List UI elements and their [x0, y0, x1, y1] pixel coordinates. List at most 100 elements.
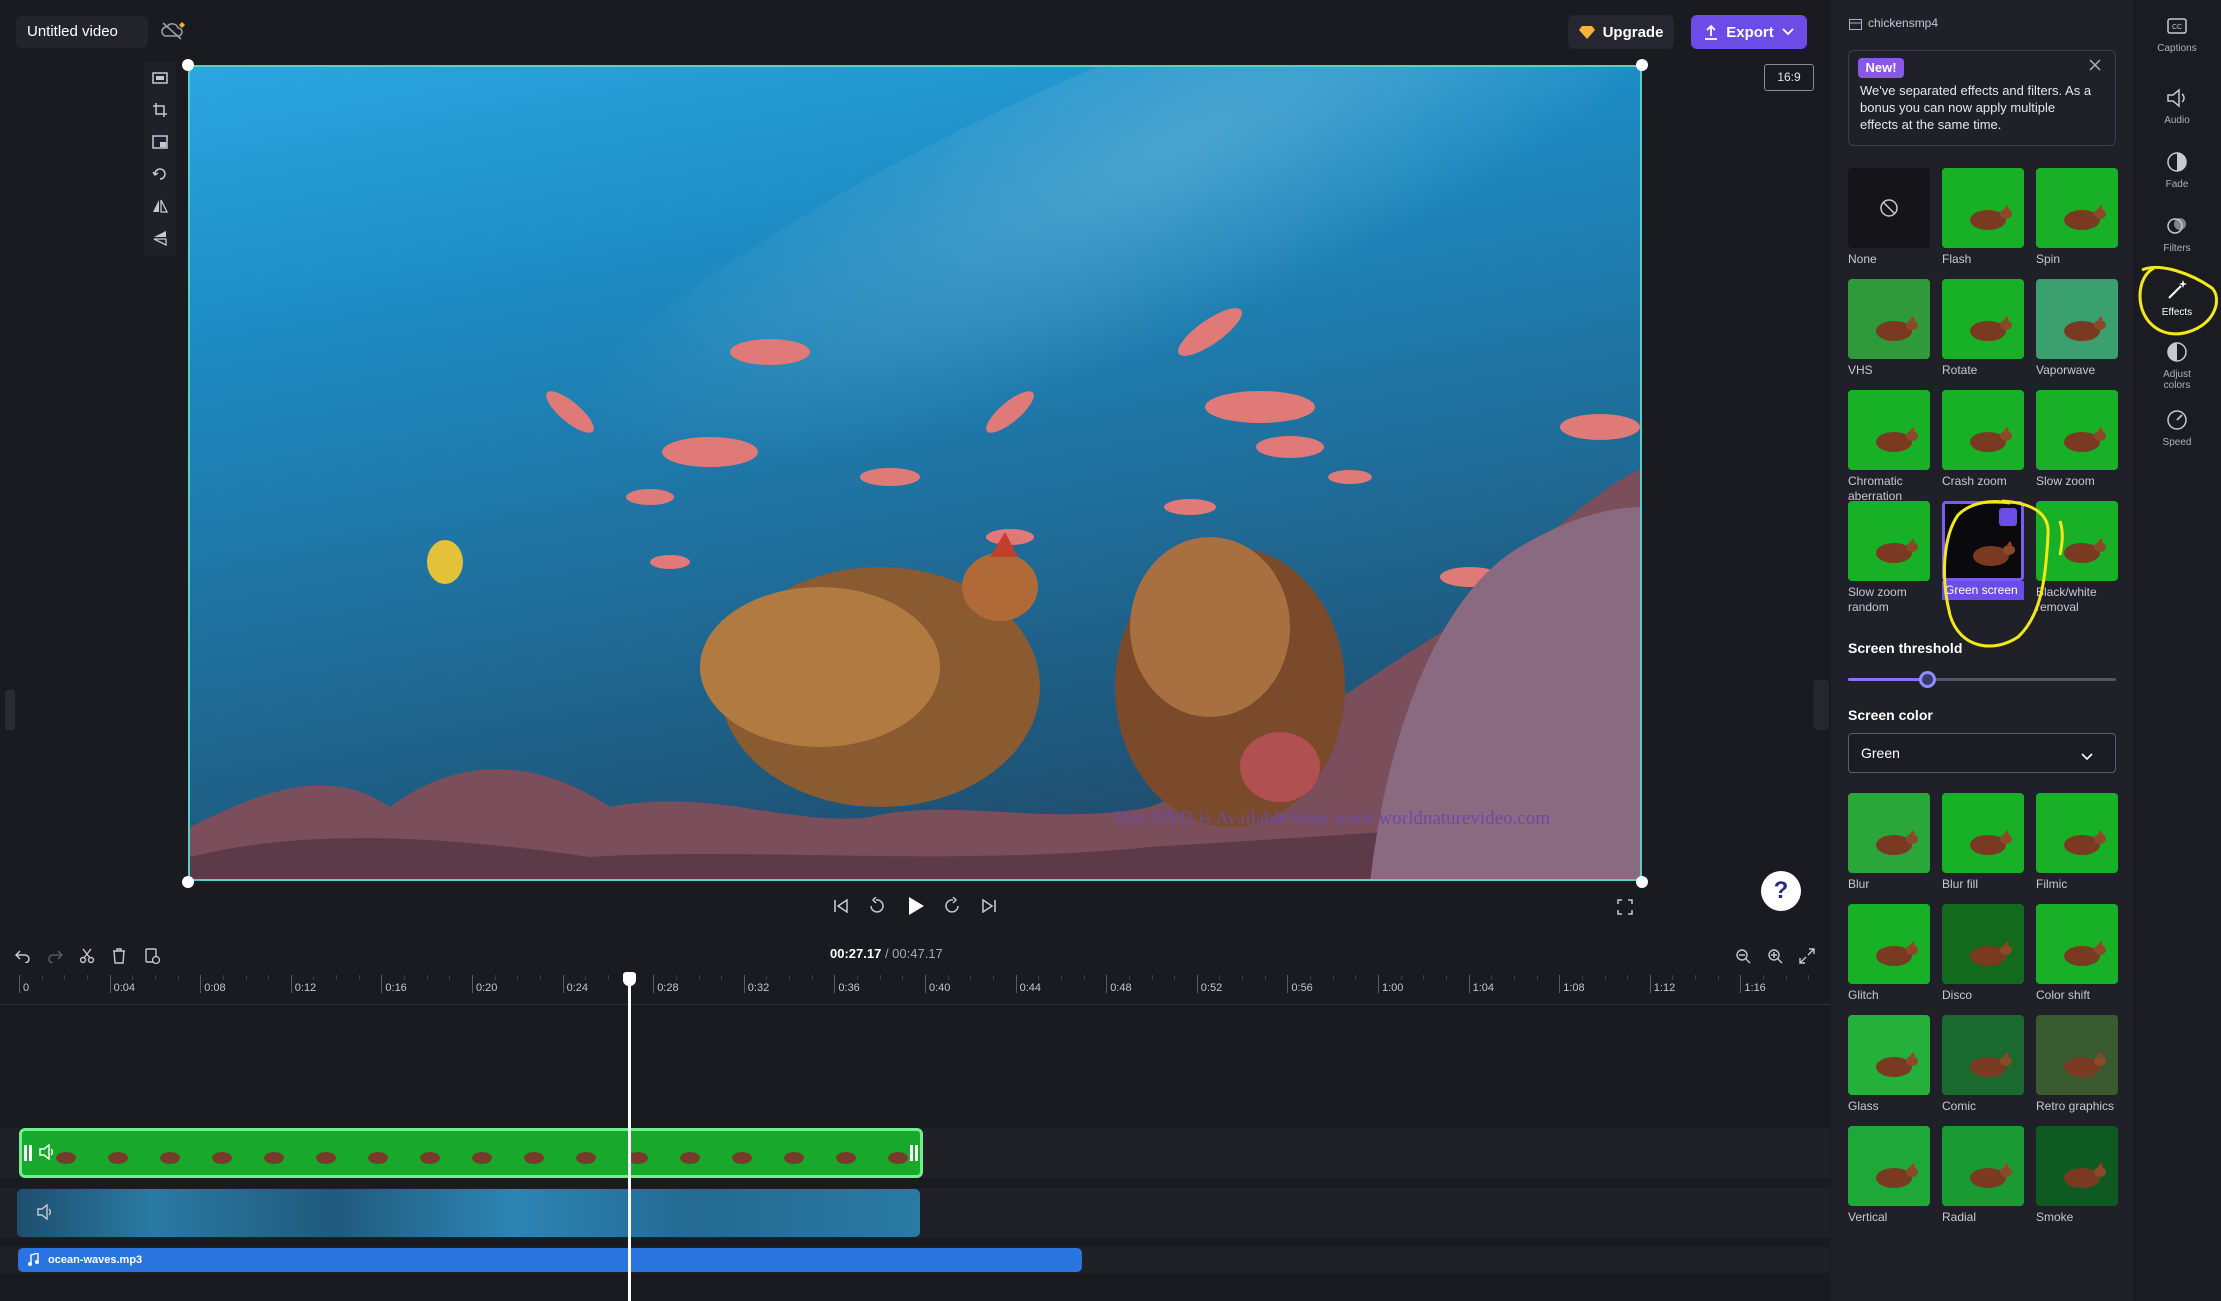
effect-retro-graphics[interactable]: [2036, 1015, 2118, 1095]
cloud-off-icon[interactable]: [160, 20, 186, 42]
resize-handle-bl[interactable]: [182, 876, 194, 888]
forward-5s-icon[interactable]: [942, 895, 964, 917]
sidebar-item-adjust-colors[interactable]: Adjust colors: [2133, 340, 2221, 391]
collapse-left-handle[interactable]: [5, 690, 15, 730]
ruler-minor-tick: [1332, 975, 1334, 980]
picture-in-picture-icon[interactable]: [144, 126, 176, 158]
ruler-minor-tick: [358, 975, 360, 980]
fit-icon[interactable]: [144, 62, 176, 94]
chicken-thumbnail-icon: [2064, 316, 2106, 341]
add-media-icon[interactable]: [141, 945, 163, 967]
effect-filmic[interactable]: [2036, 793, 2118, 873]
sidebar-label: Effects: [2161, 307, 2193, 318]
effect-label: Glitch: [1848, 988, 1879, 1002]
effect-label: Spin: [2036, 252, 2061, 266]
delete-icon[interactable]: [108, 945, 130, 967]
effect-black-white-removal[interactable]: [2036, 501, 2118, 581]
effect-slow-zoom-random[interactable]: [1848, 501, 1930, 581]
effect-label: Black/white removal: [2036, 585, 2097, 614]
chicken-thumbnail-icon: [2064, 427, 2106, 452]
timeline-ruler[interactable]: 0 0:04 0:08 0:12 0:16 0:20 0:24 0:28 0:32 0:36 0:4…: [0, 975, 1830, 1005]
help-button[interactable]: ?: [1761, 871, 1801, 911]
effect-rotate[interactable]: [1942, 279, 2024, 359]
effect-flash[interactable]: [1942, 168, 2024, 248]
skip-forward-icon[interactable]: [978, 895, 1000, 917]
skip-back-icon[interactable]: [830, 895, 852, 917]
playhead[interactable]: [628, 976, 631, 1301]
effect-blur[interactable]: [1848, 793, 1930, 873]
effect-green-screen[interactable]: [1942, 501, 2024, 581]
zoom-in-icon[interactable]: [1764, 945, 1786, 967]
rotate-icon[interactable]: [144, 158, 176, 190]
sidebar-item-fade[interactable]: Fade: [2133, 150, 2221, 190]
zoom-out-icon[interactable]: [1732, 945, 1754, 967]
ruler-minor-tick: [1445, 975, 1447, 980]
screen-color-select[interactable]: Green: [1848, 733, 2116, 773]
sidebar-item-captions[interactable]: CC Captions: [2133, 14, 2221, 54]
fullscreen-icon[interactable]: [1614, 896, 1636, 918]
collapse-right-handle[interactable]: [1813, 680, 1829, 730]
sidebar-item-audio[interactable]: Audio: [2133, 86, 2221, 126]
effect-chromatic-aberration[interactable]: [1848, 390, 1930, 470]
ruler-minor-tick: [154, 975, 156, 980]
resize-handle-tl[interactable]: [182, 59, 194, 71]
effect-comic[interactable]: [1942, 1015, 2024, 1095]
sidebar-item-effects[interactable]: Effects: [2133, 278, 2221, 318]
chicken-thumbnail-icon: [1970, 427, 2012, 452]
effect-blur-fill[interactable]: [1942, 793, 2024, 873]
effect-label: Flash: [1942, 252, 1972, 266]
ruler-label: 1:12: [1653, 982, 1676, 994]
ruler-minor-tick: [1310, 975, 1312, 980]
effect-smoke[interactable]: [2036, 1126, 2118, 1206]
effect-disco[interactable]: [1942, 904, 2024, 984]
redo-icon[interactable]: [44, 945, 66, 967]
export-button[interactable]: Export: [1691, 15, 1807, 49]
playhead-handle[interactable]: [623, 972, 636, 986]
adjust-badge-icon[interactable]: [1999, 508, 2017, 526]
fit-timeline-icon[interactable]: [1796, 945, 1818, 967]
ruler-minor-tick: [1491, 975, 1493, 980]
play-icon[interactable]: [903, 893, 929, 919]
threshold-slider-knob[interactable]: [1919, 671, 1936, 688]
sidebar-item-speed[interactable]: Speed: [2133, 408, 2221, 448]
effect-color-shift[interactable]: [2036, 904, 2118, 984]
flip-vertical-icon[interactable]: [144, 222, 176, 254]
upgrade-button[interactable]: Upgrade: [1568, 15, 1674, 49]
aspect-ratio-button[interactable]: 16:9: [1764, 64, 1814, 91]
chickens-clip[interactable]: [19, 1128, 923, 1178]
effect-none[interactable]: [1848, 168, 1930, 248]
speaker-icon[interactable]: [38, 1143, 56, 1161]
effect-vertical[interactable]: [1848, 1126, 1930, 1206]
speaker-icon[interactable]: [36, 1203, 54, 1221]
effect-slow-zoom[interactable]: [2036, 390, 2118, 470]
rewind-5s-icon[interactable]: [865, 895, 887, 917]
ruler-minor-tick: [1717, 975, 1719, 980]
ruler-tick: [1468, 975, 1470, 993]
crop-icon[interactable]: [144, 94, 176, 126]
effect-crash-zoom[interactable]: [1942, 390, 2024, 470]
effect-glass[interactable]: [1848, 1015, 1930, 1095]
project-title-input[interactable]: Untitled video: [16, 16, 148, 48]
sidebar-label: Fade: [2165, 179, 2189, 190]
resize-handle-br[interactable]: [1636, 876, 1648, 888]
flip-horizontal-icon[interactable]: [144, 190, 176, 222]
ocean-clip[interactable]: [17, 1189, 920, 1237]
ruler-minor-tick: [1060, 975, 1062, 980]
effect-spin[interactable]: [2036, 168, 2118, 248]
ruler-minor-tick: [1151, 975, 1153, 980]
close-icon[interactable]: [2088, 58, 2106, 76]
undo-icon[interactable]: [12, 945, 34, 967]
effect-glitch[interactable]: [1848, 904, 1930, 984]
effect-radial[interactable]: [1942, 1126, 2024, 1206]
ruler-minor-tick: [1423, 975, 1425, 980]
audio-icon: [2167, 88, 2185, 108]
video-preview[interactable]: This DVD is Available from www.worldnatu…: [188, 65, 1642, 881]
ruler-label: 0:04: [113, 982, 136, 994]
audio-clip[interactable]: ocean-waves.mp3: [18, 1248, 1082, 1272]
resize-handle-tr[interactable]: [1636, 59, 1648, 71]
scissors-icon[interactable]: [76, 945, 98, 967]
effect-vaporwave[interactable]: [2036, 279, 2118, 359]
sidebar-item-filters[interactable]: Filters: [2133, 214, 2221, 254]
ruler-minor-tick: [1128, 975, 1130, 980]
effect-vhs[interactable]: [1848, 279, 1930, 359]
